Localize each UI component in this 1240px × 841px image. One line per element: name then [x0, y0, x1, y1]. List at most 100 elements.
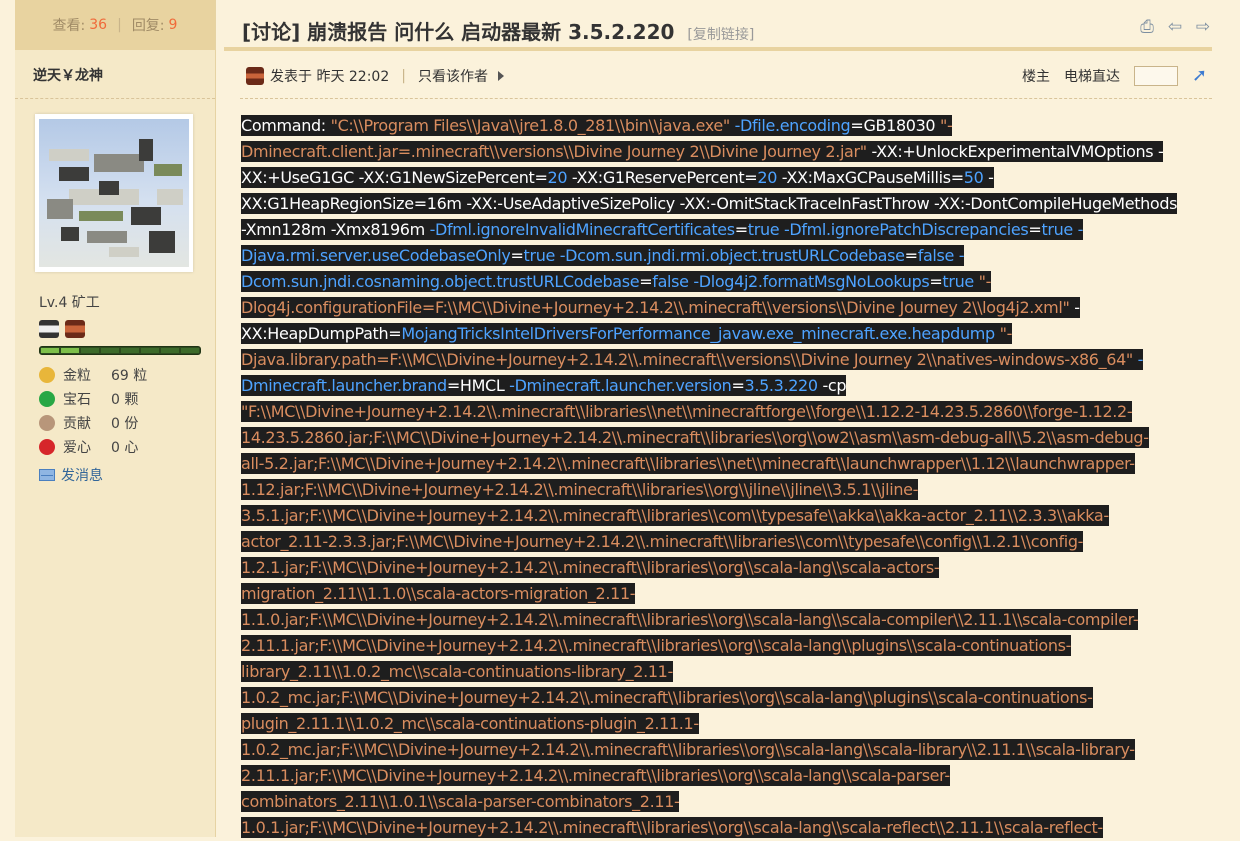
command-segment: -XX:+UnlockExperimentalVMOptions - [871, 141, 1164, 162]
command-line: migration_2.11\\1.1.0\\scala-actors-migr… [241, 581, 1191, 607]
user-attributes: 金粒 69 粒 宝石 0 颗 贡献 0 份 爱心 0 心 [39, 363, 215, 459]
command-segment: = [904, 245, 918, 266]
contribution-icon [39, 415, 55, 431]
experience-bar [39, 346, 201, 355]
thread-title-row: [讨论] 崩溃报告 问什么 启动器最新 3.5.2.220 [复制链接] [242, 16, 754, 45]
command-line: 3.5.1.jar;F:\\MC\\Divine+Journey+2.14.2\… [241, 503, 1191, 529]
replies-count: 9 [168, 17, 178, 33]
command-line: 1.12.jar;F:\\MC\\Divine+Journey+2.14.2\\… [241, 477, 1191, 503]
command-line: 14.23.5.2860.jar;F:\\MC\\Divine+Journey+… [241, 425, 1191, 451]
user-level: Lv.4 矿工 [39, 295, 100, 311]
medal-icon[interactable] [39, 320, 59, 338]
avatar-frame[interactable] [35, 114, 193, 272]
command-line: library_2.11\\1.0.2_mc\\scala-continuati… [241, 659, 1191, 685]
jump-icon[interactable]: ➚ [1192, 66, 1212, 86]
meta-divider: | [401, 68, 406, 84]
command-segment: 2.11.1.jar;F:\\MC\\Divine+Journey+2.14.2… [241, 765, 950, 786]
command-line: 1.2.1.jar;F:\\MC\\Divine+Journey+2.14.2\… [241, 555, 1191, 581]
command-segment: - [1137, 349, 1144, 370]
attr-love: 爱心 0 心 [39, 435, 215, 459]
apple-icon [39, 439, 55, 455]
command-line: Dcom.sun.jndi.cosnaming.object.trustURLC… [241, 269, 1191, 295]
play-arrow-icon[interactable] [497, 71, 504, 81]
command-segment: 1.2.1.jar;F:\\MC\\Divine+Journey+2.14.2\… [241, 557, 940, 578]
command-line: all-5.2.jar;F:\\MC\\Divine+Journey+2.14.… [241, 451, 1191, 477]
command-segment: library_2.11\\1.0.2_mc\\scala-continuati… [241, 661, 673, 682]
views-count: 36 [89, 17, 108, 33]
command-line: XX:G1HeapRegionSize=16m -XX:-UseAdaptive… [241, 191, 1191, 217]
command-segment: Djava.rmi.server.useCodebaseOnly [241, 245, 511, 266]
command-segment: = [639, 271, 653, 292]
command-line: "F:\\MC\\Divine+Journey+2.14.2\\.minecra… [241, 399, 1191, 425]
command-segment: = [734, 219, 748, 240]
command-segment: 50 [963, 167, 984, 188]
prev-thread-icon[interactable]: ⇦ [1166, 18, 1184, 36]
thread-stats: 查看: 36 | 回复: 9 [15, 0, 215, 50]
command-line: 1.0.2_mc.jar;F:\\MC\\Divine+Journey+2.14… [241, 737, 1191, 763]
next-thread-icon[interactable]: ⇨ [1194, 18, 1212, 36]
command-line: 2.11.1.jar;F:\\MC\\Divine+Journey+2.14.2… [241, 633, 1191, 659]
copy-link-button[interactable]: [复制链接] [687, 27, 754, 43]
avatar[interactable] [39, 119, 189, 267]
command-segment: "- [978, 271, 992, 292]
command-segment: Dlog4j.configurationFile=F:\\MC\\Divine+… [241, 297, 1075, 318]
command-segment: Dminecraft.client.jar=.minecraft\\versio… [241, 141, 872, 162]
command-line: actor_2.11-2.3.3.jar;F:\\MC\\Divine+Jour… [241, 529, 1191, 555]
title-tools: ⎙ ⇦ ⇨ [1138, 18, 1212, 36]
command-segment: combinators_2.11\\1.0.1\\scala-parser-co… [241, 791, 680, 812]
command-segment: - [1074, 297, 1080, 318]
command-segment: 1.1.0.jar;F:\\MC\\Divine+Journey+2.14.2\… [241, 609, 1139, 630]
floor-jump-input[interactable] [1134, 66, 1178, 86]
elevator-label: 电梯直达 [1064, 69, 1120, 85]
command-line: 1.0.2_mc.jar;F:\\MC\\Divine+Journey+2.14… [241, 685, 1191, 711]
command-line: 2.11.1.jar;F:\\MC\\Divine+Journey+2.14.2… [241, 763, 1191, 789]
command-segment: = [1028, 219, 1042, 240]
command-line: Dminecraft.client.jar=.minecraft\\versio… [241, 139, 1191, 165]
command-segment: GB18030 [863, 115, 940, 136]
command-segment: = [446, 375, 460, 396]
command-segment: -Dfile.encoding [734, 115, 851, 136]
command-line: Command: "C:\\Program Files\\Java\\jre1.… [241, 113, 1191, 139]
command-line: plugin_2.11.1\\1.0.2_mc\\scala-continuat… [241, 711, 1191, 737]
command-segment: 20 [547, 167, 568, 188]
command-segment: Dcom.sun.jndi.cosnaming.object.trustURLC… [241, 271, 640, 292]
command-line: 1.0.1.jar;F:\\MC\\Divine+Journey+2.14.2\… [241, 815, 1191, 841]
attr-value: 0 份 [111, 416, 139, 432]
attr-label: 宝石 [63, 392, 91, 408]
command-segment: 1.0.1.jar;F:\\MC\\Divine+Journey+2.14.2\… [241, 817, 1103, 838]
command-segment: XX:G1HeapRegionSize=16m -XX:-UseAdaptive… [241, 193, 1178, 214]
command-segment: -cp [817, 375, 847, 396]
command-segment: -Dfml.ignoreInvalidMinecraftCertificates [429, 219, 735, 240]
command-segment: - [983, 167, 994, 188]
attr-value: 0 颗 [111, 392, 139, 408]
send-message-link[interactable]: 发消息 [39, 465, 215, 485]
command-segment: = [929, 271, 943, 292]
command-segment: true [942, 271, 974, 292]
command-line: Dlog4j.configurationFile=F:\\MC\\Divine+… [241, 295, 1191, 321]
command-segment: -XX:MaxGCPauseMillis= [777, 167, 964, 188]
attr-contribution: 贡献 0 份 [39, 411, 215, 435]
command-line: -Xmn128m -Xmx8196m -Dfml.ignoreInvalidMi… [241, 217, 1191, 243]
command-segment: -Dminecraft.launcher.version [509, 375, 732, 396]
command-segment: = [731, 375, 745, 396]
attr-value: 0 心 [111, 440, 139, 456]
command-segment: 3.5.1.jar;F:\\MC\\Divine+Journey+2.14.2\… [241, 505, 1109, 526]
command-line: combinators_2.11\\1.0.1\\scala-parser-co… [241, 789, 1191, 815]
thread-title: [讨论] 崩溃报告 问什么 启动器最新 3.5.2.220 [242, 20, 675, 44]
gold-nugget-icon [39, 367, 55, 383]
attr-label: 贡献 [63, 416, 91, 432]
author-mini-avatar [246, 67, 264, 85]
only-author-link[interactable]: 只看该作者 [418, 66, 488, 86]
author-name[interactable]: 逆天￥龙神 [15, 50, 215, 99]
command-segment: -Dlog4j2.formatMsgNoLookups [693, 271, 930, 292]
author-sidebar: 查看: 36 | 回复: 9 逆天￥龙神 Lv.4 矿工 金粒 69 粒 宝石 … [15, 0, 216, 837]
emerald-icon [39, 391, 55, 407]
medal-icon[interactable] [65, 320, 85, 338]
post-content-command: Command: "C:\\Program Files\\Java\\jre1.… [241, 113, 1191, 841]
command-segment: 20 [757, 167, 778, 188]
floor-tools: 楼主 电梯直达 ➚ [1022, 66, 1212, 86]
command-segment: -Dfml.ignorePatchDiscrepancies [783, 219, 1029, 240]
print-icon[interactable]: ⎙ [1138, 18, 1156, 36]
post-time: 发表于 昨天 22:02 [270, 69, 390, 85]
command-line: XX:HeapDumpPath=MojangTricksIntelDrivers… [241, 321, 1191, 347]
